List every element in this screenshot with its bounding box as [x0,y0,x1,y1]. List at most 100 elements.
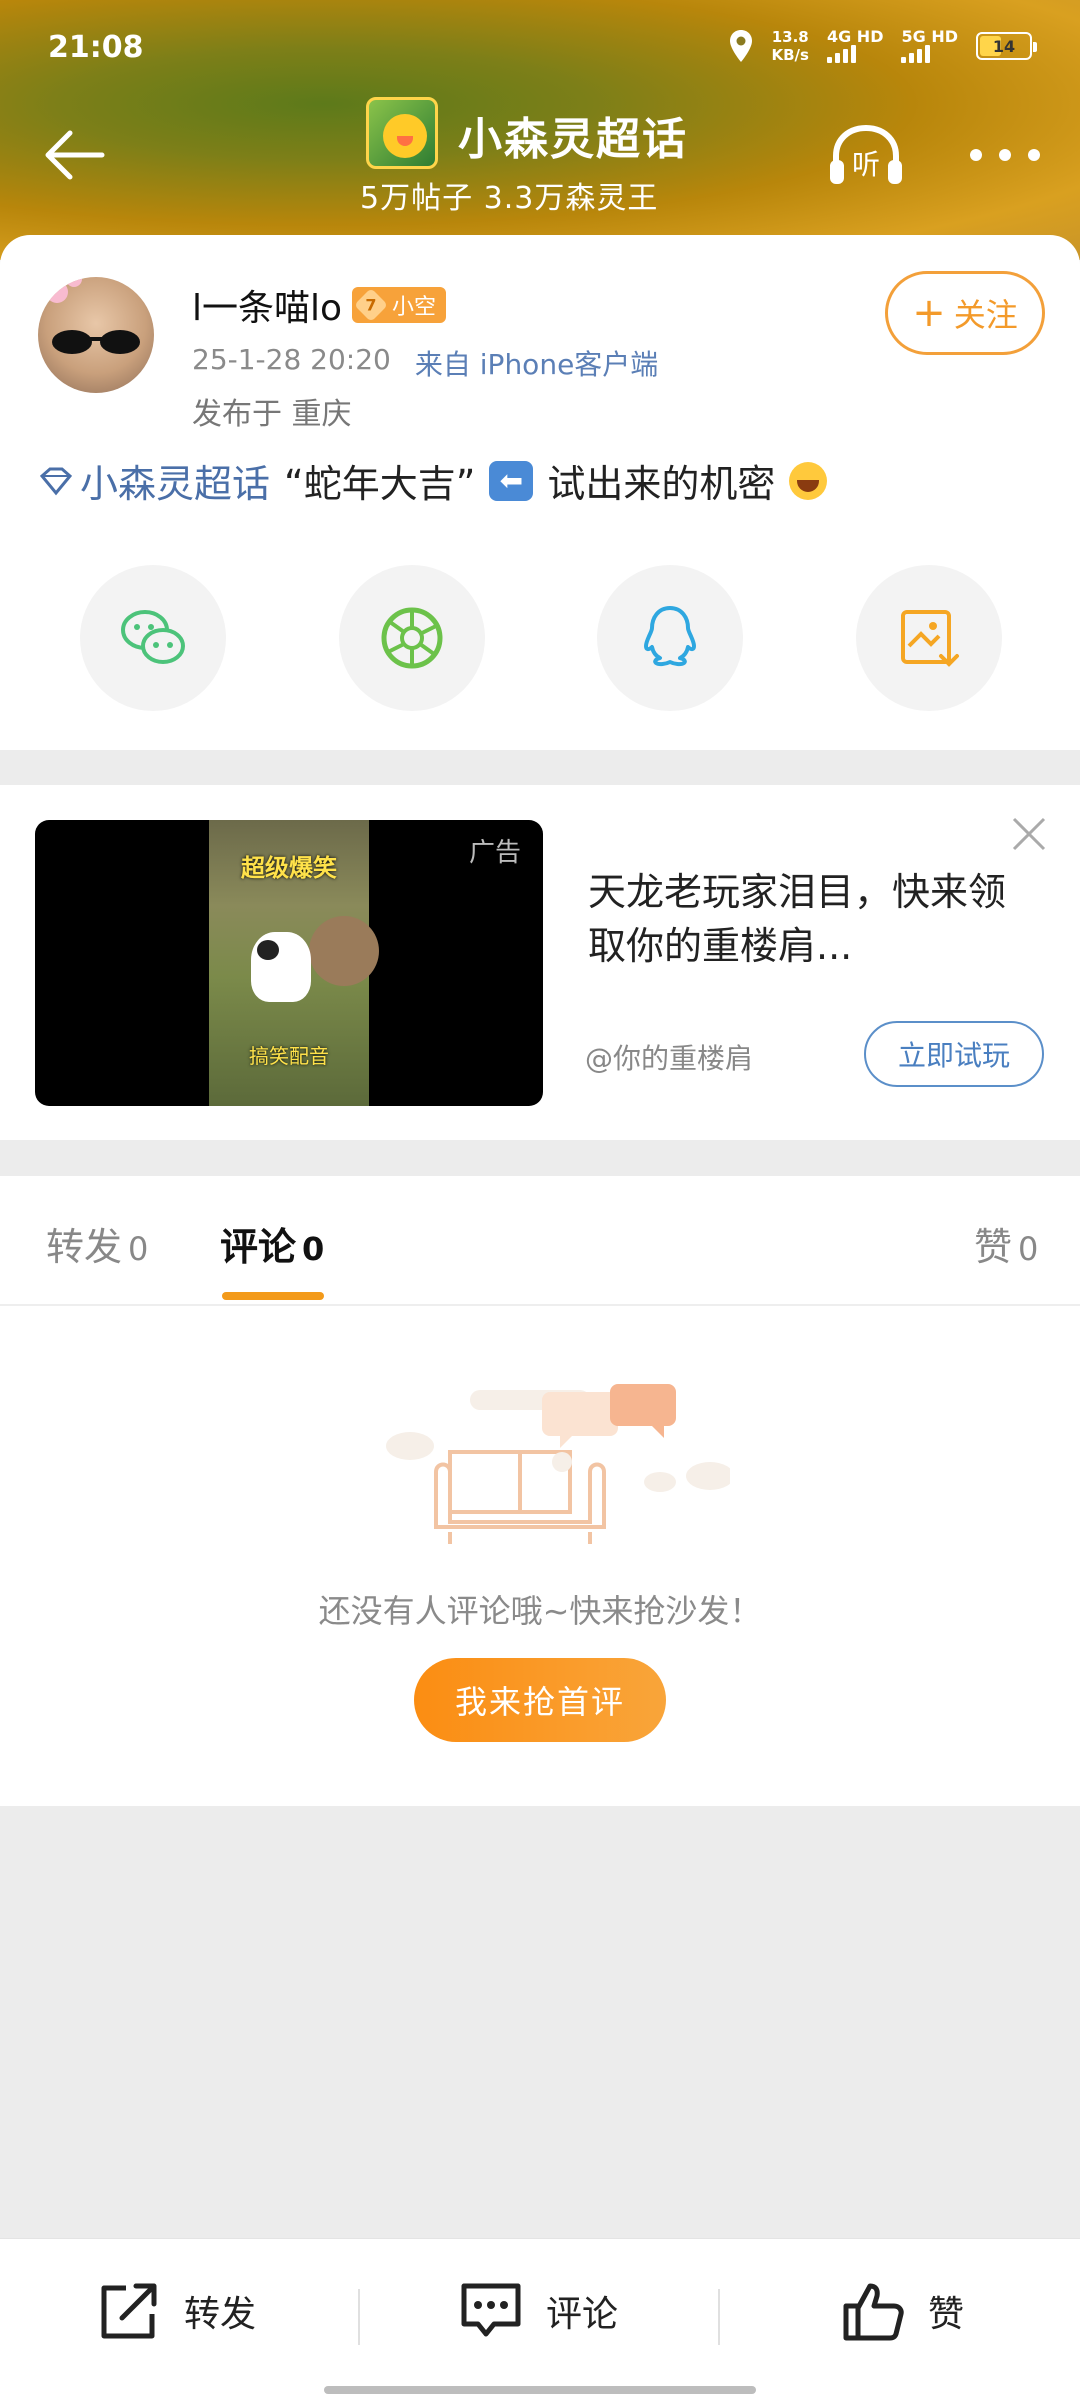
post-source[interactable]: 来自 iPhone客户端 [415,343,658,383]
follow-label: 关注 [953,296,1018,334]
post-location: 发布于 重庆 [192,397,352,432]
level-badge: 7 小空 [352,287,447,323]
grin-emoji-icon [789,461,828,500]
level-icon: 7 [354,288,389,322]
share-row [0,565,1080,715]
network-speed-unit: KB/s [771,46,809,64]
ad-title[interactable]: 天龙老玩家泪目，快来领取你的重楼肩... [588,865,1008,973]
signal-bars-icon [901,45,931,63]
tab-repost-count: 0 [128,1230,149,1268]
avatar[interactable] [38,277,154,393]
repost-button[interactable]: 转发 [96,2279,256,2343]
divider [718,2289,720,2345]
empty-sofa-illustration [386,1384,730,1544]
ad-source: @你的重楼肩 [585,1042,754,1075]
share-wechat-button[interactable] [80,565,226,711]
tab-comments[interactable]: 评论 0 [220,1216,324,1271]
share-out-icon [101,2283,157,2339]
username-row: l一条喵lo 7 小空 [192,279,447,331]
more-dot [970,149,982,161]
save-image-button[interactable] [856,565,1002,711]
left-arrow-emoji-icon: ⬅ [489,460,534,501]
signal-bars-icon [826,45,856,63]
interaction-tabs: 转发 0 评论 0 赞0 [0,1176,1080,1306]
topic-stats: 5万帖子 3.3万森灵王 [360,181,659,216]
post-meta: 25-1-28 20:20 来自 iPhone客户端 [192,343,658,383]
home-indicator[interactable] [324,2386,756,2394]
repost-label: 转发 [184,2294,257,2335]
topic-logo [366,97,438,169]
plus-icon: + [912,290,946,336]
post-body: 小森灵超话 “蛇年大吉” ⬅ 试出来的机密 [38,453,828,508]
listen-button[interactable]: 听 [826,120,906,190]
qq-icon [644,606,696,667]
top-nav: 小森灵超话 5万帖子 3.3万森灵王 听 [0,95,1080,216]
more-dot [999,149,1011,161]
tab-comments-label: 评论 [220,1225,297,1269]
share-qq-button[interactable] [597,565,743,711]
battery-level: 14 [992,36,1016,56]
share-moments-button[interactable] [339,565,485,711]
diamond-icon [39,467,73,495]
like-label: 赞 [928,2294,965,2335]
bottom-action-bar: 转发 评论 赞 [0,2238,1080,2400]
location-icon [728,29,754,63]
signal-4g: 4G HD [826,27,884,63]
post-text-tail: 试出来的机密 [547,462,776,506]
comments-section: 转发 0 评论 0 赞0 还没有人评论哦~快来抢沙发！ 我来抢首评 [0,1176,1080,1806]
header: 21:08 13.8 KB/s 4G HD 5G HD 14 小森灵超话 5万帖… [0,0,1080,260]
back-arrow-icon [45,130,105,180]
ad-video-frame: 超级爆笑 搞笑配音 [209,820,379,1106]
flower-decoration [46,281,68,303]
tab-indicator [222,1292,324,1300]
ad-caption-bottom: 搞笑配音 [249,1044,329,1068]
comment-button[interactable]: 评论 [458,2279,618,2343]
ad-close-button[interactable] [1010,815,1048,853]
network-speed: 13.8 KB/s [772,28,809,64]
more-dot [1028,149,1040,161]
network-speed-value: 13.8 [771,28,809,46]
topic-title: 小森灵超话 [458,114,688,165]
first-comment-button[interactable]: 我来抢首评 [414,1658,666,1742]
ad-tag: 广告 [468,838,521,868]
sunglasses-decoration [52,330,140,354]
post-quote: “蛇年大吉” [284,462,476,506]
signal-5g: 5G HD [901,29,958,63]
level-tag: 小空 [392,295,437,320]
signal-4g-label: 4G HD [826,27,884,46]
username[interactable]: l一条喵lo [192,279,342,331]
wechat-icon [121,610,185,664]
flower-decoration [66,277,82,287]
tab-likes-label: 赞 [974,1225,1013,1269]
status-bar: 21:08 13.8 KB/s 4G HD 5G HD 14 [0,20,1080,80]
tab-likes-count: 0 [1018,1230,1039,1268]
comment-icon [461,2283,521,2337]
divider [358,2289,360,2345]
tab-comments-count: 0 [302,1230,325,1268]
comment-label: 评论 [546,2294,619,2335]
status-icons: 13.8 KB/s 4G HD 5G HD 14 [728,27,1037,64]
topic-link-label: 小森灵超话 [80,462,271,506]
back-button[interactable] [40,125,110,185]
more-options-button[interactable] [970,145,1040,165]
save-image-icon [901,610,959,667]
follow-button[interactable]: + 关注 [885,271,1045,355]
post-card: l一条喵lo 7 小空 25-1-28 20:20 来自 iPhone客户端 发… [0,235,1080,750]
status-time: 21:08 [48,30,144,65]
moments-icon [381,607,443,669]
ad-video[interactable]: 超级爆笑 搞笑配音 广告 [35,820,543,1106]
tab-likes[interactable]: 赞0 [974,1216,1038,1271]
close-icon [1012,817,1046,851]
topic-link[interactable]: 小森灵超话 [38,453,270,508]
ad-card[interactable]: 超级爆笑 搞笑配音 广告 天龙老玩家泪目，快来领取你的重楼肩... @你的重楼肩… [0,785,1080,1140]
battery-icon: 14 [976,32,1037,60]
listen-label: 听 [852,148,880,181]
empty-comments-message: 还没有人评论哦~快来抢沙发！ [318,1592,762,1630]
topic-header[interactable]: 小森灵超话 5万帖子 3.3万森灵王 [360,95,726,216]
tab-repost[interactable]: 转发 0 [46,1216,148,1271]
level-number: 7 [365,295,377,315]
tab-repost-label: 转发 [46,1225,123,1269]
ad-cta-button[interactable]: 立即试玩 [864,1021,1044,1087]
like-button[interactable]: 赞 [840,2279,964,2343]
thumbs-up-icon [843,2283,904,2341]
